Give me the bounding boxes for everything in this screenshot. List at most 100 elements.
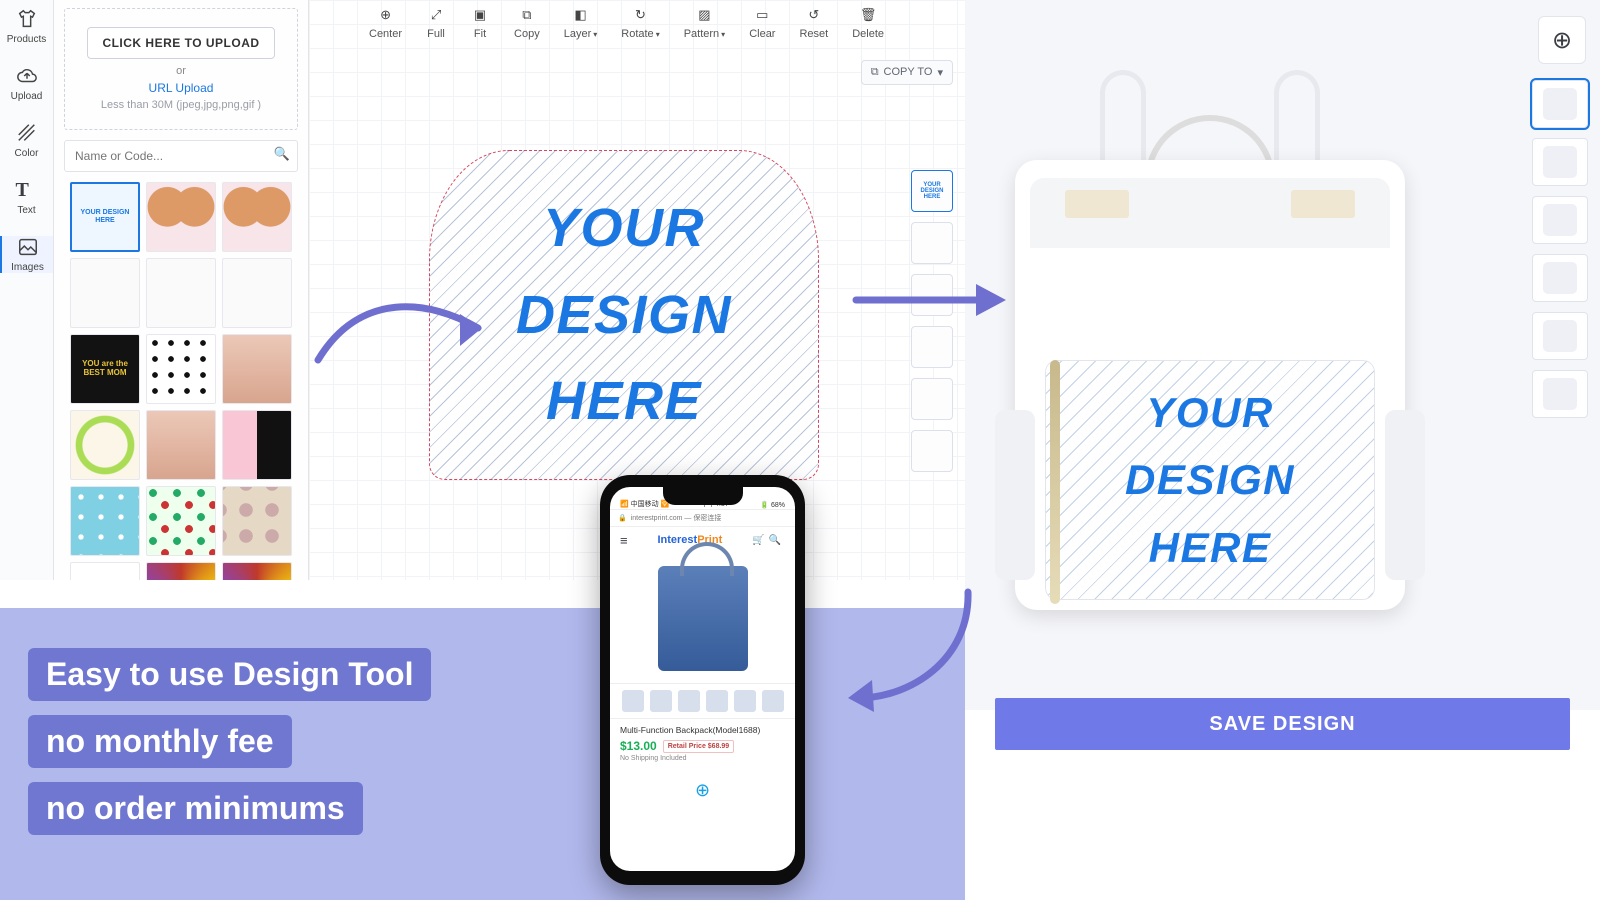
view-thumb[interactable] [1532, 312, 1588, 360]
rail-text[interactable]: T Text [0, 179, 53, 216]
grid-thumb-selected[interactable]: YOUR DESIGN HERE [70, 182, 140, 252]
tb-center[interactable]: ⊕Center [369, 6, 402, 40]
tb-fit-label: Fit [474, 28, 486, 40]
panel-slot[interactable] [911, 378, 953, 420]
phone-header-icons[interactable]: 🛒🔍 [752, 535, 785, 546]
grid-thumb[interactable] [222, 562, 292, 580]
phone-price-row: $13.00 Retail Price $68.99 [610, 737, 795, 755]
upload-button[interactable]: CLICK HERE TO UPLOAD [87, 27, 274, 59]
tb-full-label: Full [427, 28, 445, 40]
phone-thumb[interactable] [762, 690, 784, 712]
view-thumb-front[interactable] [1532, 80, 1588, 128]
copy-to-button[interactable]: ⧉ COPY TO ▾ [861, 60, 953, 85]
shirt-icon [16, 8, 38, 30]
tb-center-label: Center [369, 28, 402, 40]
tb-rotate-label: Rotate▾ [621, 28, 659, 40]
tb-clear-label: Clear [749, 28, 775, 40]
grid-thumb[interactable] [70, 258, 140, 328]
tb-full[interactable]: ⤢Full [426, 6, 446, 40]
phone-hero-image [610, 553, 795, 683]
stripes-icon [16, 122, 38, 144]
tb-reset[interactable]: ↺Reset [799, 6, 828, 40]
grid-thumb[interactable] [146, 562, 216, 580]
phone-old-price: Retail Price $68.99 [663, 740, 735, 753]
rail-text-label: Text [17, 205, 35, 216]
copy-icon: ⧉ [517, 6, 537, 24]
cloud-upload-icon [16, 65, 38, 87]
phone-thumb[interactable] [734, 690, 756, 712]
tb-clear[interactable]: ▭ Clear [749, 6, 775, 40]
grid-thumb[interactable] [222, 258, 292, 328]
save-design-button[interactable]: SAVE DESIGN [995, 698, 1570, 750]
phone-thumb[interactable] [706, 690, 728, 712]
panel-slot-selected[interactable]: YOUR DESIGN HERE [911, 170, 953, 212]
front-pocket: YOUR DESIGN HERE [1045, 360, 1375, 600]
panel-slot[interactable] [911, 326, 953, 368]
lock-icon: 🔒 [618, 514, 627, 522]
rail-upload[interactable]: Upload [0, 65, 53, 102]
panel-slot[interactable] [911, 222, 953, 264]
bullet-3: no order minimums [28, 782, 363, 835]
grid-thumb[interactable] [70, 562, 140, 580]
rail-images[interactable]: Images [0, 236, 53, 273]
chevron-down-icon: ▾ [937, 66, 943, 79]
image-icon [17, 236, 39, 258]
grid-thumb[interactable] [222, 410, 292, 480]
rail-color[interactable]: Color [0, 122, 53, 159]
zipper [1050, 360, 1060, 604]
phone-thumb[interactable] [622, 690, 644, 712]
search-input[interactable] [64, 140, 298, 172]
tb-fit[interactable]: ▣ Fit [470, 6, 490, 40]
tb-layer[interactable]: ◧Layer▾ [564, 6, 598, 40]
rail-color-label: Color [15, 148, 39, 159]
tb-copy[interactable]: ⧉ Copy [514, 6, 540, 40]
phone-thumb[interactable] [650, 690, 672, 712]
phone-thumbs [610, 683, 795, 719]
clear-icon: ▭ [752, 6, 772, 24]
phone-mockup: 📶 中国移动 🛜 下午4:37 🔋 68% 🔒 interestprint.co… [600, 475, 805, 885]
grid-thumb[interactable] [222, 486, 292, 556]
upload-or: or [75, 65, 287, 77]
tb-delete[interactable]: 🗑Delete [852, 6, 884, 40]
url-upload-link[interactable]: URL Upload [75, 81, 287, 95]
grid-thumb[interactable] [70, 486, 140, 556]
phone-thumb[interactable] [678, 690, 700, 712]
tb-copy-label: Copy [514, 28, 540, 40]
grid-thumb[interactable] [146, 182, 216, 252]
view-thumb[interactable] [1532, 138, 1588, 186]
panel-slot[interactable] [911, 430, 953, 472]
reset-icon: ↺ [804, 6, 824, 24]
grid-thumb[interactable]: YOU are the BEST MOM [70, 334, 140, 404]
arrow-preview-to-phone [840, 580, 980, 720]
side-pocket-right [1385, 410, 1425, 580]
text-icon: T [16, 179, 38, 201]
grid-thumb[interactable] [146, 410, 216, 480]
view-thumb[interactable] [1532, 254, 1588, 302]
delete-icon: 🗑 [858, 6, 878, 24]
phone-action-button[interactable]: ⊕ [610, 762, 795, 801]
zoom-button[interactable]: ⊕ [1538, 16, 1586, 64]
tb-pattern[interactable]: ▨Pattern▾ [684, 6, 725, 40]
grid-thumb[interactable] [222, 334, 292, 404]
grid-thumb[interactable] [70, 410, 140, 480]
status-right: 🔋 68% [760, 501, 785, 509]
view-thumb[interactable] [1532, 196, 1588, 244]
view-thumb[interactable] [1532, 370, 1588, 418]
hamburger-icon[interactable]: ≡ [620, 533, 628, 548]
design-placeholder-text: YOUR DESIGN HERE [516, 185, 732, 444]
upload-hint: Less than 30M (jpeg,jpg,png,gif ) [75, 99, 287, 111]
grid-thumb[interactable] [146, 486, 216, 556]
fit-icon: ▣ [470, 6, 490, 24]
image-search: 🔍 [64, 140, 298, 172]
search-icon[interactable]: 🔍 [274, 146, 290, 162]
grid-thumb[interactable] [146, 334, 216, 404]
grid-thumb[interactable] [222, 182, 292, 252]
rivets-left [1065, 190, 1129, 218]
grid-thumb[interactable] [146, 258, 216, 328]
rail-products[interactable]: Products [0, 8, 53, 45]
image-sidebar: CLICK HERE TO UPLOAD or URL Upload Less … [54, 0, 309, 580]
copy-to-label: COPY TO [884, 66, 933, 79]
tb-rotate[interactable]: ↻Rotate▾ [621, 6, 659, 40]
upload-card: CLICK HERE TO UPLOAD or URL Upload Less … [64, 8, 298, 130]
bullet-1: Easy to use Design Tool [28, 648, 431, 701]
